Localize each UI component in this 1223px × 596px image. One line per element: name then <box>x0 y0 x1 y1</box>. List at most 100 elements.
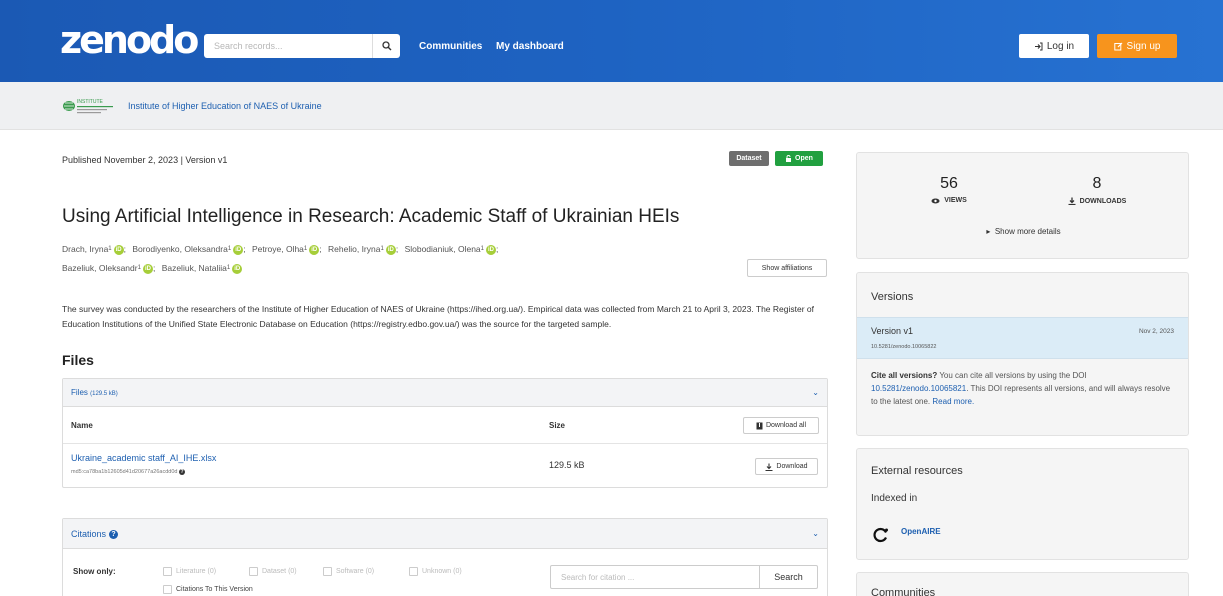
stats-box: 56 VIEWS 8 DOWNLOADS ▸ Show more details <box>856 152 1189 259</box>
search-button[interactable] <box>372 34 400 58</box>
cite-all-versions: Cite all versions? You can cite all vers… <box>871 369 1176 408</box>
institute-logo-text: INSTITUTE <box>77 99 103 105</box>
search-input[interactable] <box>204 34 370 58</box>
login-label: Log in <box>1046 40 1075 52</box>
version-date: Nov 2, 2023 <box>1138 328 1174 335</box>
citation-search-button[interactable]: Search <box>759 566 817 588</box>
download-all-button[interactable]: Download all <box>743 417 819 434</box>
download-button[interactable]: Download <box>755 458 818 475</box>
help-icon[interactable]: ? <box>109 529 119 539</box>
external-resources-box: External resources Indexed in OpenAIRE <box>856 448 1189 560</box>
filter-unknown[interactable]: Unknown (0) <box>409 567 462 576</box>
zenodo-logo[interactable]: zenodo <box>60 20 199 60</box>
affiliation-marker: 1 <box>303 246 308 252</box>
files-heading: Files <box>62 352 94 368</box>
filter-checkbox[interactable] <box>249 567 258 576</box>
institute-logo[interactable]: INSTITUTE <box>62 96 118 116</box>
citation-search-input[interactable] <box>551 566 757 588</box>
nav-communities[interactable]: Communities <box>419 41 482 52</box>
chevron-down-icon[interactable]: ⌄ <box>812 388 819 397</box>
download-label: Download <box>776 463 808 470</box>
resource-type-label: Dataset <box>736 155 762 162</box>
published-date: Published November 2, 2023 | Version v1 <box>62 155 228 165</box>
show-more-details-label: Show more details <box>994 227 1061 236</box>
community-name[interactable]: Institute of Higher Education of NAES of… <box>128 101 322 111</box>
download-icon <box>1068 197 1076 205</box>
show-only-label: Show only: <box>73 567 116 576</box>
record-description: The survey was conducted by the research… <box>62 304 814 329</box>
cite-all-heading: Cite all versions? <box>871 371 938 380</box>
read-more-link[interactable]: Read more. <box>932 397 974 406</box>
download-icon <box>765 463 773 471</box>
nav-my-dashboard[interactable]: My dashboard <box>496 41 564 52</box>
file-checksum-value: md5:ca78ba1b12605d41d20677a26acdd0d <box>71 469 178 475</box>
citations-this-version[interactable]: Citations To This Version <box>163 585 253 594</box>
filter-checkbox[interactable] <box>323 567 332 576</box>
creator-item[interactable]: Bazeliuk, Oleksandr1 iD; <box>62 259 155 278</box>
creator-item[interactable]: Borodiyenko, Oleksandra1 iD; <box>132 240 246 259</box>
communities-box: Communities <box>856 572 1189 596</box>
archive-icon <box>756 422 763 429</box>
citations-title: Citations ? <box>71 529 119 539</box>
table-divider <box>63 443 827 444</box>
creator-name: Bazeliuk, Nataliia <box>161 263 227 273</box>
citations-panel-header[interactable]: Citations ? ⌄ <box>63 519 827 549</box>
citations-panel: Citations ? ⌄ Show only: Literature (0) … <box>62 518 828 596</box>
search-box <box>204 34 400 58</box>
creator-item[interactable]: Slobodianiuk, Olena1 iD; <box>405 240 498 259</box>
help-icon[interactable]: ? <box>178 469 185 475</box>
communities-title: Communities <box>871 587 936 596</box>
filter-label: Unknown (0) <box>422 568 462 575</box>
citation-search-box: Search <box>550 565 818 589</box>
creator-item[interactable]: Petroye, Olha1 iD; <box>252 240 322 259</box>
affiliation-marker: 1 <box>226 265 231 271</box>
openaire-link[interactable]: OpenAIRE <box>901 527 941 536</box>
orcid-icon[interactable]: iD <box>233 244 244 255</box>
downloads-count: 8 <box>1092 175 1102 192</box>
this-version-checkbox[interactable] <box>163 585 172 594</box>
files-panel-header[interactable]: Files (129.5 kB) ⌄ <box>63 379 827 407</box>
filter-literature[interactable]: Literature (0) <box>163 567 216 576</box>
resource-type-badge: Dataset <box>729 151 769 166</box>
orcid-icon[interactable]: iD <box>142 263 153 274</box>
creator-name: Drach, Iryna <box>62 244 109 254</box>
affiliation-marker: 1 <box>137 265 141 271</box>
orcid-icon[interactable]: iD <box>385 244 396 255</box>
filter-checkbox[interactable] <box>163 567 172 576</box>
sign-in-icon <box>1034 42 1043 50</box>
filter-checkbox[interactable] <box>409 567 418 576</box>
filter-label: Dataset (0) <box>262 568 297 575</box>
orcid-icon[interactable]: iD <box>232 263 243 274</box>
unlock-icon <box>786 155 792 162</box>
creator-name: Bazeliuk, Oleksandr <box>62 263 138 273</box>
creator-item[interactable]: Bazeliuk, Nataliia1 iD <box>162 259 243 278</box>
orcid-icon[interactable]: iD <box>113 244 124 255</box>
chevron-down-icon[interactable]: ⌄ <box>812 529 819 538</box>
downloads-label-text: DOWNLOADS <box>1079 197 1127 205</box>
creator-name: Petroye, Olha <box>251 244 304 254</box>
files-total-size: (129.5 kB) <box>90 391 118 397</box>
affiliation-marker: 1 <box>227 246 232 252</box>
eye-icon <box>931 198 940 203</box>
orcid-icon[interactable]: iD <box>309 244 320 255</box>
affiliation-marker: 1 <box>380 246 384 252</box>
column-header-name: Name <box>71 421 93 430</box>
concept-doi-link[interactable]: 10.5281/zenodo.10065821 <box>871 384 966 393</box>
creator-item[interactable]: Drach, Iryna1 iD; <box>62 240 126 259</box>
orcid-icon[interactable]: iD <box>486 244 496 255</box>
access-badge: Open <box>775 151 823 166</box>
show-more-details[interactable]: ▸ Show more details <box>857 227 1190 236</box>
downloads-label: DOWNLOADS <box>1047 197 1147 205</box>
show-affiliations-button[interactable]: Show affiliations <box>747 259 827 277</box>
filter-dataset[interactable]: Dataset (0) <box>249 567 297 576</box>
views-count: 56 <box>940 175 958 192</box>
filter-software[interactable]: Software (0) <box>323 567 374 576</box>
file-name-link[interactable]: Ukraine_academic staff_AI_IHE.xlsx <box>71 453 216 463</box>
signup-button[interactable]: Sign up <box>1097 34 1177 58</box>
filter-label: Software (0) <box>336 568 375 575</box>
creator-item[interactable]: Rehelio, Iryna1 iD; <box>328 240 398 259</box>
version-doi: 10.5281/zenodo.10065822 <box>871 344 937 350</box>
version-item[interactable]: Version v1 10.5281/zenodo.10065822 Nov 2… <box>857 317 1188 359</box>
login-button[interactable]: Log in <box>1019 34 1089 58</box>
creator-name: Borodiyenko, Oleksandra <box>132 244 228 254</box>
